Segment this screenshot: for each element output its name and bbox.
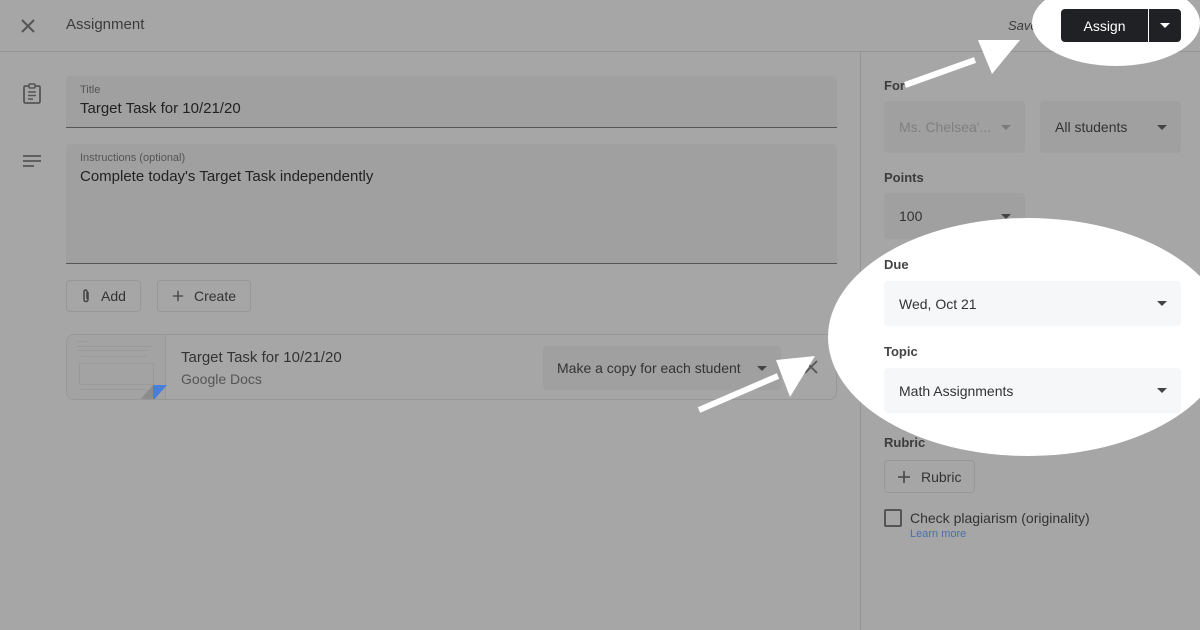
topic-select[interactable]: Math Assignments [884,368,1181,413]
close-icon [804,360,818,374]
points-label: Points [884,170,924,185]
points-select-value: 100 [899,208,923,224]
learn-more-link[interactable]: Learn more [910,528,966,540]
caret-down-icon [757,365,767,371]
paperclip-icon [83,289,89,303]
caret-down-icon [1157,301,1167,306]
plagiarism-label: Check plagiarism (originality) [910,510,1090,526]
caret-down-icon [1157,124,1167,130]
remove-attachment-button[interactable] [801,357,821,377]
rubric-label: Rubric [884,435,926,450]
page-title: Assignment [66,16,145,33]
students-select[interactable]: All students [1040,101,1181,153]
plus-icon [898,470,910,483]
caret-down-icon [1001,124,1011,130]
due-select-value: Wed, Oct 21 [899,295,977,312]
assignment-clipboard-icon [23,83,41,104]
topic-select-value: Math Assignments [899,382,1014,399]
notes-lines-icon [23,155,41,167]
add-button[interactable]: Add [66,280,141,312]
due-topic-highlight [828,218,1200,456]
assign-button[interactable]: Assign [1061,9,1148,42]
rubric-button-label: Rubric [921,468,962,485]
app-header: Assignment Saved [0,0,1200,52]
title-field-value: Target Task for 10/21/20 [80,100,241,117]
document-thumbnail[interactable] [67,335,167,399]
instructions-field-value: Complete today's Target Task independent… [80,168,374,185]
class-select-value: Ms. Chelsea'... [899,119,992,135]
due-label: Due [884,257,909,272]
instructions-field-label: Instructions (optional) [80,152,186,164]
for-label: For [884,78,905,93]
topic-label: Topic [884,344,918,359]
add-button-label: Add [101,288,126,304]
due-select[interactable]: Wed, Oct 21 [884,281,1181,326]
add-rubric-button[interactable]: Rubric [884,460,975,493]
attachment-type: Google Docs [181,371,262,387]
caret-down-icon [1157,388,1167,393]
close-button[interactable] [17,15,39,37]
students-select-value: All students [1055,119,1128,135]
docs-corner-icon [140,385,167,399]
title-field[interactable]: Title Target Task for 10/21/20 [66,76,837,128]
plagiarism-checkbox[interactable] [884,509,902,527]
class-select[interactable]: Ms. Chelsea'... [884,101,1025,153]
create-button[interactable]: Create [157,280,251,312]
assign-options-button[interactable] [1149,9,1181,42]
sharing-option-value: Make a copy for each student [557,360,741,376]
create-button-label: Create [193,288,236,304]
caret-down-icon [1160,23,1170,28]
plus-icon [172,290,184,302]
sharing-option-select[interactable]: Make a copy for each student [543,346,781,390]
instructions-field[interactable]: Instructions (optional) Complete today's… [66,144,837,264]
attachment-title[interactable]: Target Task for 10/21/20 [181,349,342,366]
title-field-label: Title [80,84,101,96]
attachment-card[interactable]: Target Task for 10/21/20 Google Docs Mak… [66,334,837,400]
close-icon [21,19,35,33]
